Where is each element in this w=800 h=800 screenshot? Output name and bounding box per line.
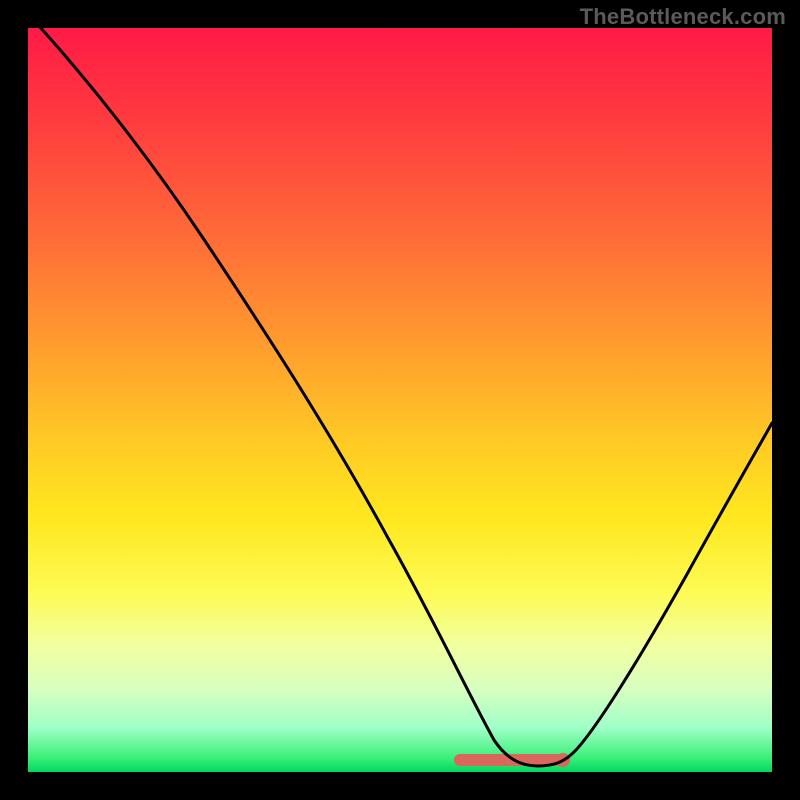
plot-area bbox=[28, 28, 772, 772]
watermark-text: TheBottleneck.com bbox=[580, 4, 786, 30]
curve-path bbox=[28, 28, 772, 766]
chart-frame: TheBottleneck.com bbox=[0, 0, 800, 800]
bottleneck-curve bbox=[28, 28, 772, 772]
